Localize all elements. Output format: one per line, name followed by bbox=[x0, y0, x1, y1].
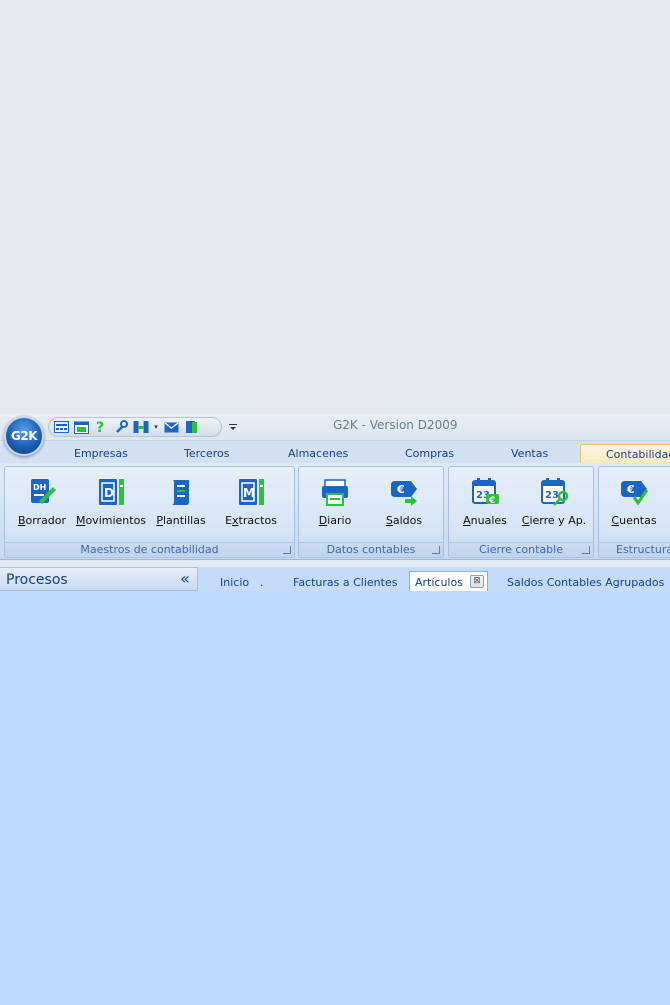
help-icon[interactable]: ? bbox=[93, 420, 109, 435]
tab-articulos[interactable]: Artículos ⊠ bbox=[409, 571, 488, 592]
borrador-label: orrador bbox=[25, 514, 67, 527]
borrador-button[interactable]: DH Borrador bbox=[17, 477, 67, 529]
diario-label: iario bbox=[327, 514, 352, 527]
extractos-label: tractos bbox=[238, 514, 277, 527]
m-book-icon: M bbox=[239, 479, 264, 505]
printer-diary-icon bbox=[322, 479, 348, 506]
euro-tag-check-icon: € bbox=[621, 481, 649, 506]
extractos-label-start: E bbox=[225, 514, 233, 527]
diario-button[interactable]: Diario bbox=[317, 477, 353, 529]
accel-key: C bbox=[611, 514, 620, 527]
network-icon[interactable] bbox=[133, 420, 149, 435]
svg-text:DH: DH bbox=[33, 483, 46, 492]
tab-terceros[interactable]: Terceros bbox=[184, 447, 229, 460]
calendar-icon[interactable] bbox=[73, 420, 89, 435]
tab-empresas[interactable]: Empresas bbox=[74, 447, 128, 460]
group-label: Maestros de contabilidad bbox=[5, 542, 294, 556]
saldos-button[interactable]: € Saldos bbox=[384, 477, 424, 529]
accel-key: D bbox=[318, 514, 328, 527]
movimientos-button[interactable]: D Movimientos bbox=[76, 477, 147, 529]
document-tab-bar: Inicio . Facturas a Clientes Artículos ⊠… bbox=[198, 567, 670, 592]
svg-text:23: 23 bbox=[545, 490, 559, 501]
dialog-launcher-icon[interactable] bbox=[283, 546, 291, 554]
tab-saldos-contables-agrupados[interactable]: Saldos Contables Agrupados bbox=[507, 576, 664, 589]
wrench-icon[interactable] bbox=[113, 420, 129, 435]
customize-toolbar-dropdown[interactable] bbox=[228, 422, 238, 434]
calculator-icon[interactable] bbox=[53, 420, 69, 435]
cierre-label: ierre y Ap. bbox=[529, 514, 587, 527]
tab-almacenes[interactable]: Almacenes bbox=[288, 447, 348, 460]
group-label: Cierre contable bbox=[449, 542, 593, 556]
plantillas-label: lantillas bbox=[162, 514, 206, 527]
plantillas-button[interactable]: Plantillas bbox=[156, 477, 206, 529]
d-book-icon: D bbox=[99, 479, 124, 505]
cuentas-label: uentas bbox=[619, 514, 657, 527]
group-label: Estructura bbox=[599, 542, 670, 556]
movimientos-label: ovimientos bbox=[85, 514, 147, 527]
anuales-label: nuales bbox=[470, 514, 507, 527]
mail-icon[interactable] bbox=[163, 420, 179, 435]
cuentas-button[interactable]: € Cuentas bbox=[611, 477, 657, 529]
ribbon-tab-bar: Empresas Terceros Almacenes Compras Vent… bbox=[0, 440, 670, 466]
dialog-launcher-icon[interactable] bbox=[432, 546, 440, 554]
accel-key: A bbox=[463, 514, 471, 527]
scroll-icon bbox=[171, 480, 189, 505]
svg-text:€: € bbox=[396, 483, 405, 496]
collapse-panel-icon[interactable]: « bbox=[180, 569, 190, 588]
svg-text:D: D bbox=[104, 486, 114, 500]
tab-inicio[interactable]: Inicio bbox=[220, 576, 249, 589]
svg-text:€: € bbox=[488, 496, 495, 506]
workspace-area bbox=[0, 591, 670, 1005]
group-label: Datos contables bbox=[299, 542, 443, 556]
tab-compras[interactable]: Compras bbox=[405, 447, 454, 460]
close-icon[interactable]: ⊠ bbox=[469, 575, 484, 588]
tab-dot[interactable]: . bbox=[260, 576, 264, 589]
procesos-panel-header: Procesos « bbox=[0, 567, 198, 591]
dh-document-pen-icon: DH bbox=[31, 479, 56, 504]
calendar-euro-icon: 23 € bbox=[472, 478, 499, 506]
accel-key: P bbox=[156, 514, 163, 527]
anuales-button[interactable]: 23 € Anuales bbox=[463, 477, 507, 529]
euro-tag-arrow-icon: € bbox=[391, 481, 417, 506]
tab-facturas-a-clientes[interactable]: Facturas a Clientes bbox=[293, 576, 397, 589]
window-title: G2K - Version D2009 bbox=[333, 418, 458, 432]
accel-key: S bbox=[385, 514, 393, 527]
extractos-button[interactable]: M Extractos bbox=[225, 477, 277, 529]
app-menu-button[interactable]: G2K bbox=[4, 416, 44, 456]
svg-text:?: ? bbox=[96, 420, 104, 434]
quick-access-toolbar: ? ▾ bbox=[48, 417, 222, 437]
svg-text:M: M bbox=[243, 486, 255, 500]
desktop-background bbox=[0, 0, 670, 414]
cierre-y-ap-button[interactable]: 23 Cierre y Ap. bbox=[522, 477, 586, 529]
procesos-title: Procesos bbox=[6, 572, 68, 588]
dialog-launcher-icon[interactable] bbox=[582, 546, 590, 554]
svg-text:€: € bbox=[626, 483, 635, 496]
exit-door-icon[interactable] bbox=[183, 420, 199, 435]
chevron-down-icon[interactable]: ▾ bbox=[153, 420, 159, 435]
tab-articulos-label: Artículos bbox=[415, 576, 463, 589]
calendar-key-icon: 23 bbox=[541, 478, 569, 506]
tab-ventas[interactable]: Ventas bbox=[511, 447, 548, 460]
saldos-label: aldos bbox=[392, 514, 423, 527]
